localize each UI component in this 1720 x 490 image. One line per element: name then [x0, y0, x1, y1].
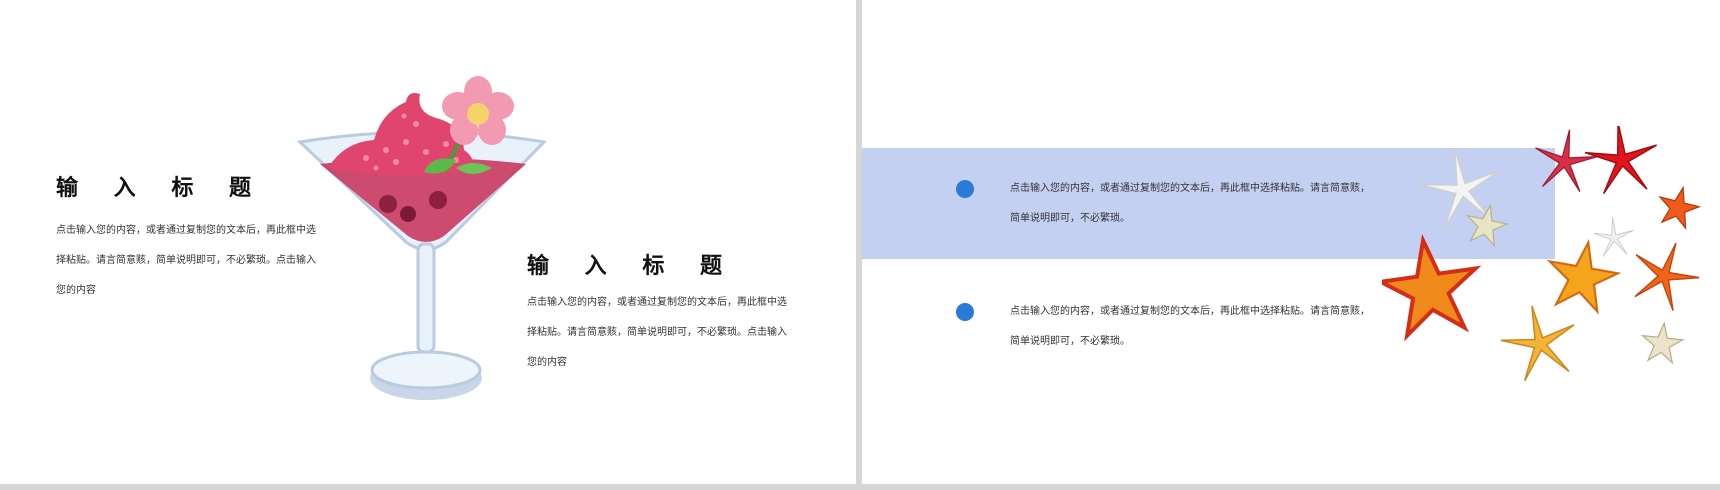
slide-right: 点击输入您的内容，或者通过复制您的文本后，再此框中选择粘贴。请言简意赅，简单说明…	[862, 0, 1720, 484]
block-body: 点击输入您的内容，或者通过复制您的文本后，再此框中选择粘贴。请言简意赅，简单说明…	[56, 225, 316, 296]
cocktail-glass-icon	[296, 76, 548, 400]
block-title: 输 入 标 题	[527, 254, 736, 279]
block-body: 点击输入您的内容，或者通过复制您的文本后，再此框中选择粘贴。请言简意赅，简单说明…	[527, 297, 787, 368]
bullet-text: 点击输入您的内容，或者通过复制您的文本后，再此框中选择粘贴。请言简意赅，简单说明…	[1010, 183, 1370, 224]
starfish-icon	[1382, 126, 1709, 385]
bullet-dot	[956, 303, 974, 321]
bullet-text: 点击输入您的内容，或者通过复制您的文本后，再此框中选择粘贴。请言简意赅，简单说明…	[1010, 306, 1370, 347]
block-title: 输 入 标 题	[56, 176, 265, 201]
bullet-dot	[956, 180, 974, 198]
slide-left: 输 入 标 题 点击输入您的内容，或者通过复制您的文本后，再此框中选择粘贴。请言…	[0, 0, 856, 484]
